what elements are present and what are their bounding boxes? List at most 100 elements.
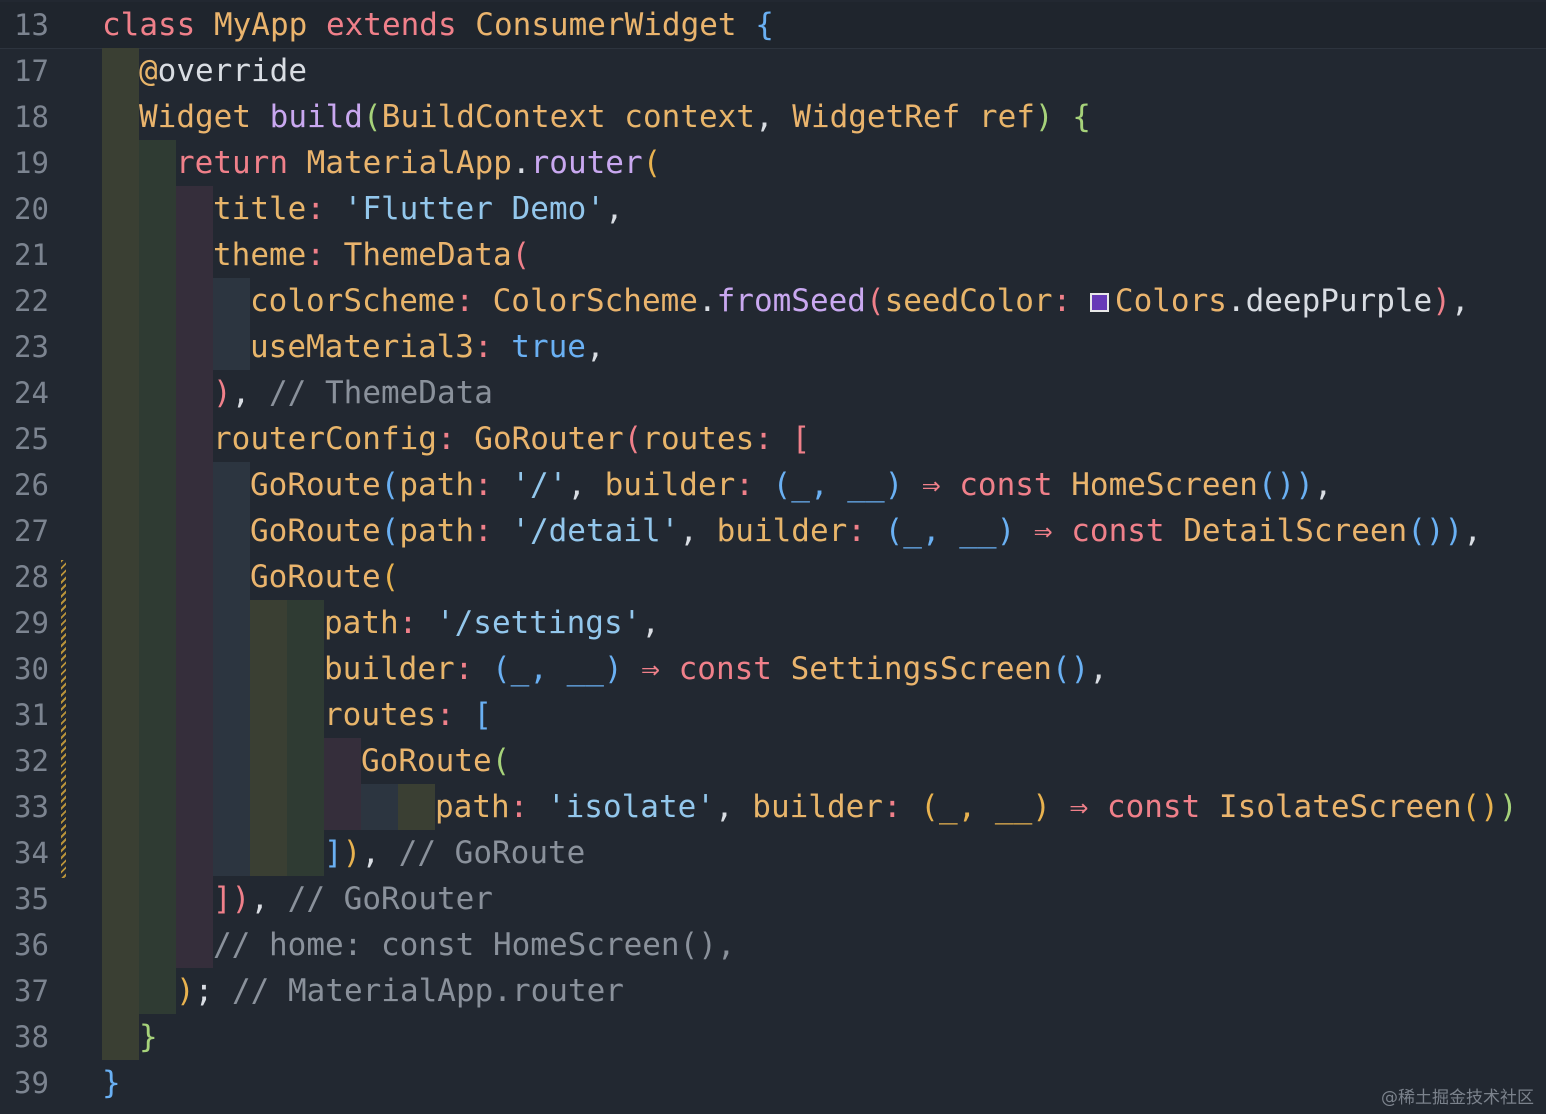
indent-guide xyxy=(176,278,213,324)
indent-guide xyxy=(287,646,324,692)
code-line[interactable]: 35]), // GoRouter xyxy=(0,876,1546,922)
indent-guide xyxy=(287,600,324,646)
code-token: ⇒ xyxy=(641,651,679,687)
indent-guide xyxy=(139,922,176,968)
code-token: GoRoute xyxy=(250,467,381,503)
indent-guide xyxy=(139,140,176,186)
indent-guide xyxy=(102,370,139,416)
code-line[interactable]: 23 useMaterial3: true, xyxy=(0,324,1546,370)
code-token: ( xyxy=(380,559,400,595)
indent-guide xyxy=(139,416,176,462)
code-text: Widget build(BuildContext context, Widge… xyxy=(139,94,1091,140)
code-line[interactable]: 37); // MaterialApp.router xyxy=(0,968,1546,1014)
code-token: '/detail' xyxy=(511,513,680,549)
code-token: ( xyxy=(865,283,885,319)
code-line[interactable]: 31 routes: [ xyxy=(0,692,1546,738)
code-token: : xyxy=(735,467,773,503)
line-number: 33 xyxy=(14,790,49,824)
code-line[interactable]: 20 title: 'Flutter Demo', xyxy=(0,186,1546,232)
code-line[interactable]: 39} xyxy=(0,1060,1546,1106)
code-token: [ xyxy=(791,421,811,457)
color-swatch-icon[interactable] xyxy=(1089,293,1109,312)
code-line[interactable]: 21 theme: ThemeData( xyxy=(0,232,1546,278)
code-token: . xyxy=(697,283,717,319)
code-token: ; xyxy=(194,973,232,1009)
indent-guide xyxy=(213,600,250,646)
code-line[interactable]: 38} xyxy=(0,1014,1546,1060)
indent-guide xyxy=(139,784,176,830)
indent-guide xyxy=(102,508,139,554)
code-token: builder xyxy=(752,789,883,825)
indent-guide xyxy=(324,784,361,830)
line-number: 18 xyxy=(14,100,49,134)
code-token: GoRouter xyxy=(474,421,624,457)
indent-guide xyxy=(139,692,176,738)
indent-guide xyxy=(250,784,287,830)
indent-guide xyxy=(139,646,176,692)
code-line[interactable]: 36 // home: const HomeScreen(), xyxy=(0,922,1546,968)
indent-guide xyxy=(102,922,139,968)
code-line[interactable]: 28 GoRoute( xyxy=(0,554,1546,600)
indent-guide xyxy=(213,784,250,830)
code-editor[interactable]: 13 class MyApp extends ConsumerWidget {17… xyxy=(0,0,1546,1114)
indent-guide xyxy=(139,830,176,876)
code-line[interactable]: 19 return MaterialApp.router( xyxy=(0,140,1546,186)
indent-guide xyxy=(213,554,250,600)
code-token: deepPurple xyxy=(1245,283,1433,319)
code-token: MyApp xyxy=(213,7,326,43)
code-token: Colors xyxy=(1114,283,1227,319)
code-line[interactable]: 24), // ThemeData xyxy=(0,370,1546,416)
code-token: , xyxy=(1463,513,1482,549)
line-number: 38 xyxy=(14,1020,49,1054)
code-token: (_, __) xyxy=(920,789,1070,825)
code-line[interactable]: 30 builder: (_, __) ⇒ const SettingsScree… xyxy=(0,646,1546,692)
code-token: ColorScheme xyxy=(492,283,698,319)
code-line[interactable]: 26 GoRoute(path: '/', builder: (_, __) ⇒ … xyxy=(0,462,1546,508)
code-line[interactable]: 32 GoRoute( xyxy=(0,738,1546,784)
indent-guide xyxy=(176,738,213,784)
code-token: ) xyxy=(1432,283,1451,319)
code-line[interactable]: 27 GoRoute(path: '/detail', builder: (_, … xyxy=(0,508,1546,554)
indent-guide xyxy=(176,232,213,278)
code-token: ) xyxy=(176,973,195,1009)
code-token: ( xyxy=(642,145,662,181)
indent-guide xyxy=(176,324,213,370)
code-text: routes: [ xyxy=(324,692,492,738)
indent-guide xyxy=(250,646,287,692)
code-token: ] xyxy=(213,881,232,917)
code-token: : xyxy=(306,191,344,227)
indent-guide xyxy=(213,508,250,554)
code-token: const xyxy=(1071,513,1184,549)
code-line[interactable]: 17 @override xyxy=(0,48,1546,94)
code-line[interactable]: 33 path: 'isolate', builder: (_, __) ⇒ co… xyxy=(0,784,1546,830)
code-token: 'isolate' xyxy=(546,789,715,825)
indent-guide xyxy=(139,738,176,784)
sticky-scroll-line[interactable]: 13 class MyApp extends ConsumerWidget { xyxy=(0,2,1546,49)
code-line[interactable]: 18 Widget build(BuildContext context, Wid… xyxy=(0,94,1546,140)
code-token: IsolateScreen xyxy=(1218,789,1462,825)
indent-guide xyxy=(287,784,324,830)
code-token: HomeScreen xyxy=(1071,467,1258,503)
code-token: true xyxy=(511,329,586,365)
code-text: ); // MaterialApp.router xyxy=(176,968,624,1014)
indent-guide xyxy=(287,830,324,876)
indent-guide xyxy=(102,416,139,462)
indent-guide xyxy=(102,554,139,600)
code-line[interactable]: 25 routerConfig: GoRouter(routes: [ xyxy=(0,416,1546,462)
code-token: WidgetRef xyxy=(792,99,979,135)
code-token: : xyxy=(882,789,921,825)
indent-guide xyxy=(102,600,139,646)
line-number: 39 xyxy=(14,1066,49,1100)
code-line[interactable]: 34]), // GoRoute xyxy=(0,830,1546,876)
code-token: extends xyxy=(325,7,476,43)
code-token: : xyxy=(455,283,493,319)
code-token: : xyxy=(754,421,792,457)
code-token: '/settings' xyxy=(435,605,642,641)
code-line[interactable]: 29 path: '/settings', xyxy=(0,600,1546,646)
indent-guide xyxy=(102,324,139,370)
code-text: colorScheme: ColorScheme.fromSeed(seedCo… xyxy=(250,278,1470,324)
line-number: 32 xyxy=(14,744,49,778)
code-token: return xyxy=(176,145,307,181)
code-line[interactable]: 22 colorScheme: ColorScheme.fromSeed(seed… xyxy=(0,278,1546,324)
code-token: ] xyxy=(324,835,343,871)
